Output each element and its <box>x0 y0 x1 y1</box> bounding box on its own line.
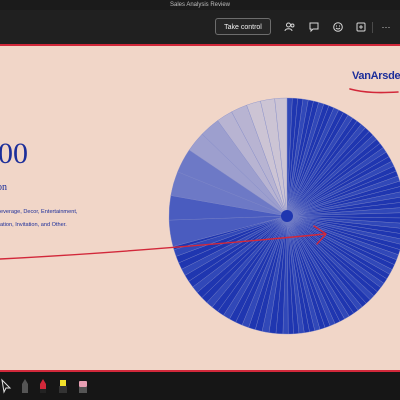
pie-chart <box>168 97 400 335</box>
pen-black-icon[interactable] <box>18 378 32 394</box>
window-title: Sales Analysis Review <box>169 2 231 8</box>
slide-graphics <box>0 88 400 335</box>
pointer-tool-icon[interactable] <box>0 378 14 394</box>
meeting-toolbar: Take control ··· <box>0 10 400 44</box>
pen-red-icon[interactable] <box>36 378 50 394</box>
apps-icon[interactable] <box>353 19 369 35</box>
logo-underline-annotation <box>349 88 399 94</box>
take-control-button[interactable]: Take control <box>215 18 271 35</box>
annotation-toolbar <box>0 372 400 400</box>
more-icon[interactable]: ··· <box>378 19 394 35</box>
shared-slide: 00 on everage, Decor, Entertainment, ati… <box>0 44 400 372</box>
reactions-icon[interactable] <box>330 19 346 35</box>
people-icon[interactable] <box>282 19 298 35</box>
eraser-icon[interactable] <box>76 378 90 394</box>
highlighter-yellow-icon[interactable] <box>56 378 70 394</box>
chat-icon[interactable] <box>306 19 322 35</box>
title-bar: Sales Analysis Review <box>0 0 400 10</box>
pie-center <box>281 210 293 222</box>
toolbar-divider <box>372 22 373 33</box>
